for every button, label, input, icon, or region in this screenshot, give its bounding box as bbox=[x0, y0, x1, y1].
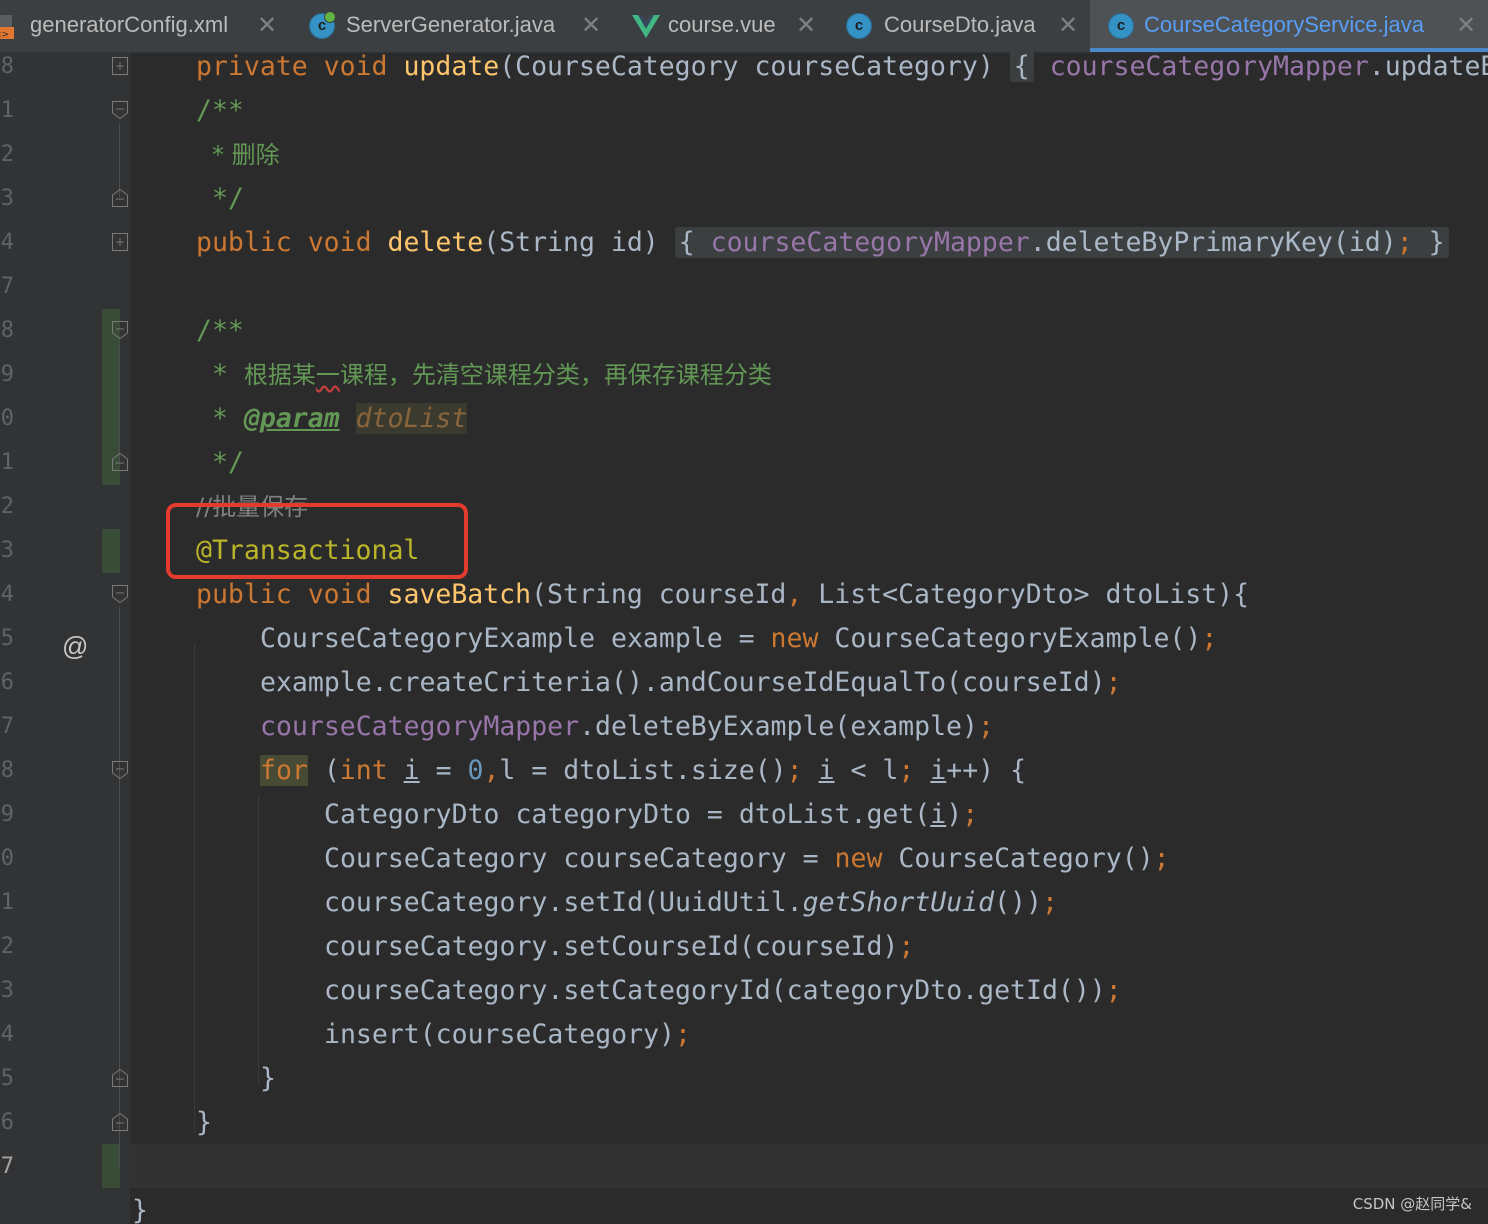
doc-comment-text: * 根据某一课程，先清空课程分类，再保存课程分类 bbox=[212, 359, 772, 390]
line-number: 5 bbox=[0, 1066, 14, 1091]
indent-guide bbox=[194, 643, 195, 1133]
code-line-delete-by-example: courseCategoryMapper.deleteByExample(exa… bbox=[260, 711, 994, 742]
line-number: 5 bbox=[0, 626, 14, 651]
highlight-annotation-box bbox=[166, 503, 468, 579]
java-class-icon: c bbox=[846, 13, 872, 39]
folded-body-placeholder[interactable]: { courseCategoryMapper.deleteByPrimaryKe… bbox=[674, 227, 1449, 258]
close-icon[interactable]: ✕ bbox=[1058, 11, 1078, 40]
line-number: 1 bbox=[0, 890, 14, 915]
code-line-for-loop: for (int i = 0,l = dtoList.size(); i < l… bbox=[260, 755, 1027, 786]
code-line-set-id: courseCategory.setId(UuidUtil.getShortUu… bbox=[324, 887, 1058, 918]
fold-collapse-icon[interactable] bbox=[112, 101, 128, 119]
fold-end-icon[interactable] bbox=[112, 1069, 128, 1087]
close-icon[interactable]: ✕ bbox=[257, 11, 277, 40]
doc-comment-text: * 删除 bbox=[212, 141, 280, 169]
code-line-set-course-id: courseCategory.setCourseId(courseId); bbox=[324, 931, 915, 962]
code-editor[interactable]: private void update(CourseCategory cours… bbox=[130, 51, 1488, 1224]
fold-end-icon[interactable] bbox=[112, 1113, 128, 1131]
code-line-close-class: } bbox=[132, 1195, 148, 1224]
watermark: CSDN @赵同学& bbox=[1352, 1195, 1472, 1213]
code-line-savebatch-method: public void saveBatch(String courseId, L… bbox=[196, 579, 1250, 610]
code-line-close-method: } bbox=[196, 1107, 212, 1138]
fold-guide bbox=[119, 123, 120, 197]
java-class-runnable-icon: c bbox=[309, 11, 336, 39]
line-number: 3 bbox=[0, 538, 14, 563]
line-number-current: 7 bbox=[0, 1154, 14, 1179]
line-number: 1 bbox=[0, 98, 14, 123]
line-number: 2 bbox=[0, 934, 14, 959]
line-number: 7 bbox=[0, 274, 14, 299]
line-number: 8 bbox=[0, 758, 14, 783]
line-number: 3 bbox=[0, 186, 14, 211]
code-line-update-method: private void update(CourseCategory cours… bbox=[196, 51, 1488, 82]
line-number: 8 bbox=[0, 318, 14, 343]
line-number: 0 bbox=[0, 846, 14, 871]
doc-comment-param: * @param dtoList bbox=[212, 403, 468, 434]
line-number: 6 bbox=[0, 1110, 14, 1135]
code-line-criteria: example.createCriteria().andCourseIdEqua… bbox=[260, 667, 1122, 698]
close-icon[interactable]: ✕ bbox=[581, 11, 601, 40]
vue-file-icon bbox=[632, 13, 660, 39]
tab-label: generatorConfig.xml bbox=[30, 12, 229, 37]
fold-guide bbox=[119, 343, 120, 463]
line-number: 9 bbox=[0, 362, 14, 387]
vcs-change-marker[interactable] bbox=[102, 529, 120, 573]
code-line-delete-method: public void delete(String id) { courseCa… bbox=[196, 221, 1449, 265]
code-line-get-dto: CategoryDto categoryDto = dtoList.get(i)… bbox=[324, 799, 979, 830]
line-number: 6 bbox=[0, 670, 14, 695]
doc-comment-open: /** bbox=[196, 315, 244, 346]
ide-window: <> generatorConfig.xml ✕ c ServerGenerat… bbox=[0, 0, 1488, 1224]
line-number: 1 bbox=[0, 450, 14, 475]
code-line-example: CourseCategoryExample example = new Cour… bbox=[260, 623, 1218, 654]
line-number: 9 bbox=[0, 802, 14, 827]
svg-text:<>: <> bbox=[0, 30, 9, 39]
javadoc-param-name[interactable]: dtoList bbox=[355, 403, 468, 434]
tab-label: CourseDto.java bbox=[884, 12, 1036, 37]
javadoc-param-tag[interactable]: @param bbox=[244, 403, 340, 434]
code-line-set-category-id: courseCategory.setCategoryId(categoryDto… bbox=[324, 975, 1122, 1006]
override-marker-icon[interactable]: @ bbox=[62, 631, 88, 662]
indent-guide bbox=[258, 795, 259, 1085]
fold-collapse-icon[interactable] bbox=[112, 761, 128, 779]
line-number: 0 bbox=[0, 406, 14, 431]
line-number: 2 bbox=[0, 494, 14, 519]
fold-collapse-icon[interactable] bbox=[112, 321, 128, 339]
doc-comment-open: /** bbox=[196, 95, 244, 126]
doc-comment-close: */ bbox=[212, 447, 244, 478]
code-line-close-for: } bbox=[260, 1063, 276, 1094]
doc-comment-close: */ bbox=[212, 183, 244, 214]
close-icon[interactable]: ✕ bbox=[1456, 11, 1476, 40]
vcs-change-marker[interactable] bbox=[102, 1144, 120, 1188]
tab-label: course.vue bbox=[668, 12, 776, 37]
line-number: 3 bbox=[0, 978, 14, 1003]
fold-expand-icon[interactable] bbox=[112, 57, 128, 75]
code-line-insert: insert(courseCategory); bbox=[324, 1019, 691, 1050]
code-line-new-category: CourseCategory courseCategory = new Cour… bbox=[324, 843, 1170, 874]
xml-file-icon: <> bbox=[0, 13, 22, 40]
line-number: 4 bbox=[0, 582, 14, 607]
line-number: 4 bbox=[0, 230, 14, 255]
close-icon[interactable]: ✕ bbox=[796, 11, 816, 40]
line-number: 4 bbox=[0, 1022, 14, 1047]
tab-label: CourseCategoryService.java bbox=[1144, 12, 1425, 37]
current-line-highlight bbox=[130, 1144, 1488, 1188]
fold-expand-icon[interactable] bbox=[112, 233, 128, 251]
fold-collapse-icon[interactable] bbox=[112, 585, 128, 603]
fold-end-icon[interactable] bbox=[112, 453, 128, 471]
editor-gutter: 8 1 2 3 4 7 8 9 0 1 2 3 4 5 6 7 8 9 0 1 … bbox=[0, 53, 130, 1224]
folded-body-placeholder[interactable]: { bbox=[1009, 51, 1034, 82]
line-number: 2 bbox=[0, 142, 14, 167]
java-class-icon: c bbox=[1108, 13, 1134, 39]
fold-end-icon[interactable] bbox=[112, 189, 128, 207]
line-number: 7 bbox=[0, 714, 14, 739]
line-number: 8 bbox=[0, 54, 14, 79]
tab-label: ServerGenerator.java bbox=[346, 12, 556, 37]
